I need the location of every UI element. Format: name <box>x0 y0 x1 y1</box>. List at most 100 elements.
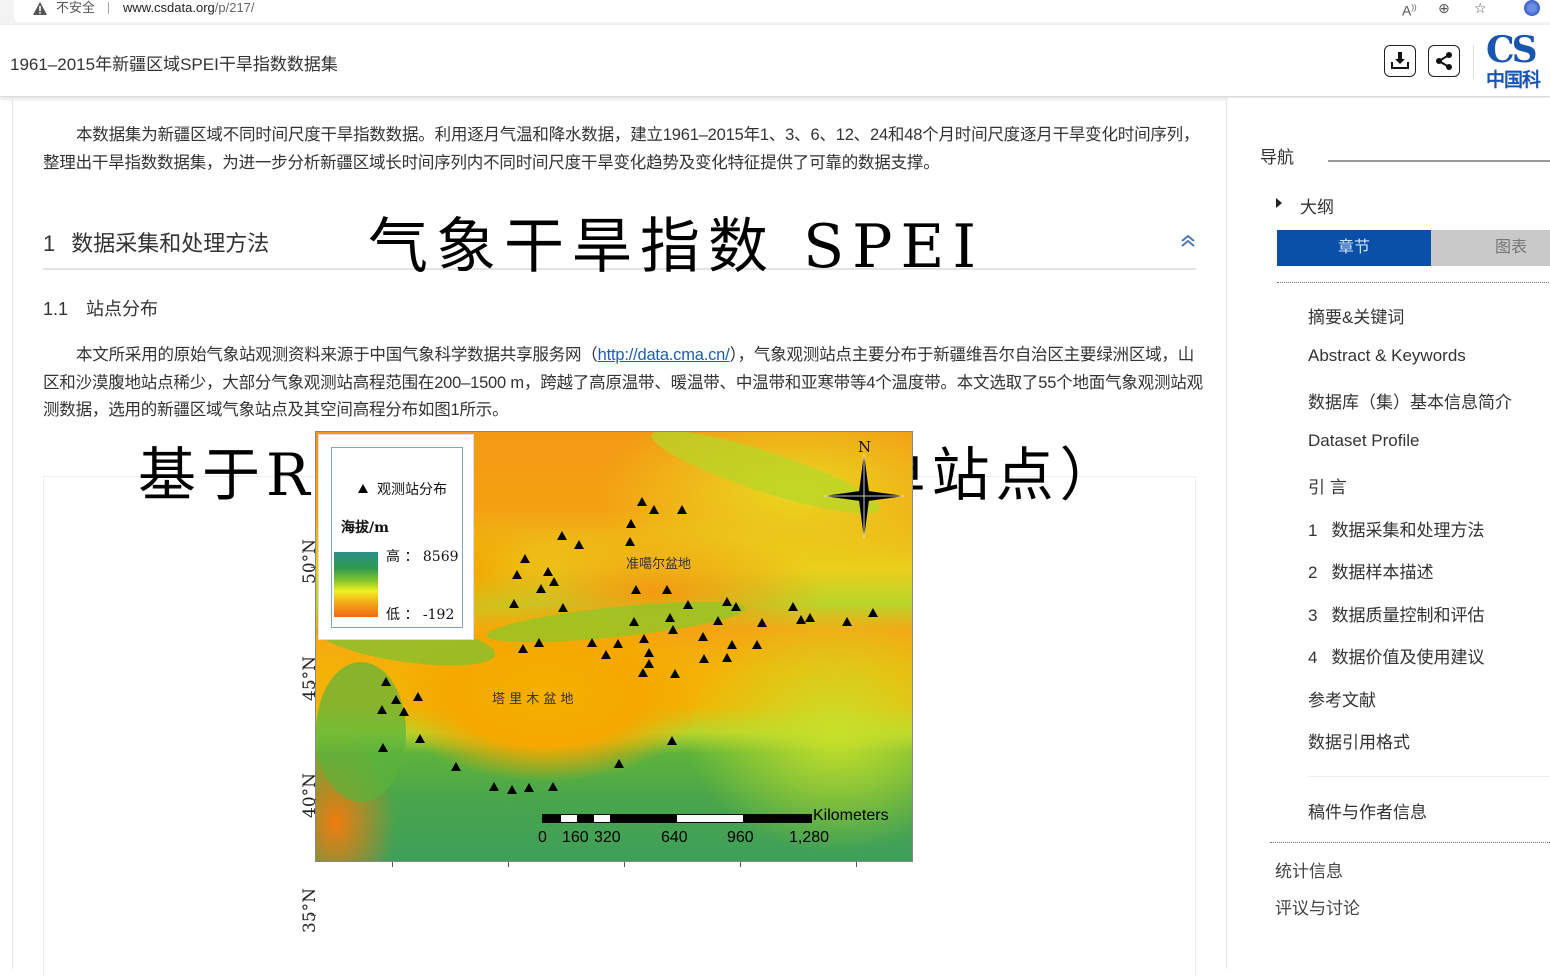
lon-tick <box>740 862 741 867</box>
toc-label: 数据样本描述 <box>1331 563 1434 582</box>
download-icon <box>1391 52 1409 69</box>
toc-item-section-2[interactable]: 2 数据样本描述 <box>1308 558 1433 583</box>
favorites-icon[interactable]: ☆ <box>1474 0 1487 16</box>
scale-tick-label: 160 <box>562 829 589 846</box>
station-marker <box>713 616 723 625</box>
toc-item-section-3[interactable]: 3 数据质量控制和评估 <box>1308 601 1484 626</box>
comments-link[interactable]: 评议与讨论 <box>1275 894 1360 919</box>
station-marker <box>644 659 654 668</box>
elevation-color-ramp <box>334 552 378 617</box>
scale-tick-label: 960 <box>727 829 754 846</box>
toc-item-section-1[interactable]: 1 数据采集和处理方法 <box>1308 516 1484 541</box>
cma-link[interactable]: http://data.cma.cn/ <box>598 346 730 364</box>
station-marker <box>549 577 559 586</box>
toc-item-dataset-info[interactable]: 数据库（集）基本信息简介 <box>1308 388 1512 413</box>
tarim-basin-label: 塔 里 木 盆 地 <box>492 692 574 707</box>
site-logo[interactable]: CS 中国科 <box>1486 31 1550 91</box>
toc-item-references[interactable]: 参考文献 <box>1308 686 1376 711</box>
toc-item-section-4[interactable]: 4 数据价值及使用建议 <box>1308 643 1484 668</box>
station-triangle-icon <box>358 484 368 493</box>
station-marker <box>625 537 635 546</box>
scale-tick-label: 320 <box>594 829 621 846</box>
station-marker <box>557 531 567 540</box>
zoom-icon[interactable]: ⊕ <box>1438 0 1450 16</box>
lat-label-50n: 50°N <box>300 538 320 584</box>
station-marker <box>722 653 732 662</box>
xinjiang-elevation-map: 观测站分布 海拔/m 高 ： 8569 低 ： -192 准噶尔盆地 塔 里 木… <box>315 431 913 862</box>
dotted-divider <box>1277 282 1550 283</box>
station-marker <box>558 603 568 612</box>
station-marker <box>727 640 737 649</box>
station-marker <box>518 644 528 653</box>
url-text[interactable]: www.csdata.org/p/217/ <box>123 0 255 16</box>
caret-right-icon[interactable] <box>1276 198 1282 208</box>
station-marker <box>670 669 680 678</box>
statistics-link[interactable]: 统计信息 <box>1275 857 1343 882</box>
station-marker <box>524 783 534 792</box>
station-marker <box>868 608 878 617</box>
toc-item-introduction[interactable]: 引 言 <box>1308 473 1347 498</box>
toc-divider <box>1308 776 1550 777</box>
warning-icon[interactable] <box>32 1 48 17</box>
nav-title: 导航 <box>1260 148 1294 167</box>
station-marker <box>667 736 677 745</box>
scale-tick-label: 0 <box>538 829 547 846</box>
subsection-number: 1.1 <box>43 299 69 319</box>
nav-title-underline <box>1328 160 1550 162</box>
toc-label: 数据质量控制和评估 <box>1331 606 1485 625</box>
station-marker <box>698 632 708 641</box>
outline-toggle[interactable]: 大纲 <box>1300 193 1334 218</box>
logo-text-bottom: 中国科 <box>1486 70 1541 91</box>
station-marker <box>722 597 732 606</box>
station-marker <box>662 585 672 594</box>
station-marker <box>520 554 530 563</box>
lat-tick <box>311 915 316 916</box>
station-marker <box>842 617 852 626</box>
security-label[interactable]: 不安全 <box>56 0 95 16</box>
para-text-before-link: 本文所采用的原始气象站观测资料来源于中国气象科学数据共享服务网（ <box>76 346 598 364</box>
station-marker <box>377 705 387 714</box>
station-marker <box>613 639 623 648</box>
north-arrow: N <box>824 438 904 538</box>
scale-segment <box>543 815 561 822</box>
toc-item-abstract-cn[interactable]: 摘要&关键词 <box>1308 303 1404 328</box>
legend-high-label: 高 ： 8569 <box>386 549 459 565</box>
collapse-icon[interactable] <box>1179 232 1197 250</box>
station-marker <box>638 668 648 677</box>
station-marker <box>731 602 741 611</box>
nav-tabs: 章节 图表 <box>1277 230 1550 266</box>
station-marker <box>805 613 815 622</box>
site-header: 1961–2015年新疆区域SPEI干旱指数数据集 CS 中国科 <box>0 25 1550 97</box>
url-path: /p/217/ <box>214 0 255 15</box>
abstract-paragraph: 本数据集为新疆区域不同时间尺度干旱指数数据。利用逐月气温和降水数据，建立1961… <box>43 126 1200 172</box>
section-heading: 1 数据采集和处理方法 <box>43 226 269 258</box>
section-title: 数据采集和处理方法 <box>71 231 270 256</box>
toc-item-abstract-en[interactable]: Abstract & Keywords <box>1308 346 1466 366</box>
station-marker <box>757 618 767 627</box>
lat-tick <box>311 799 316 800</box>
scale-tick-label: 640 <box>661 829 688 846</box>
station-marker <box>391 695 401 704</box>
profile-icon[interactable] <box>1524 0 1540 16</box>
station-marker <box>629 617 639 626</box>
station-marker <box>378 743 388 752</box>
station-marker <box>534 638 544 647</box>
toc-item-author-info[interactable]: 稿件与作者信息 <box>1308 798 1427 823</box>
page-title: 1961–2015年新疆区域SPEI干旱指数数据集 <box>10 55 338 74</box>
toc-item-dataset-profile[interactable]: Dataset Profile <box>1308 431 1420 451</box>
read-aloud-icon[interactable]: A)) <box>1402 0 1417 19</box>
toc-num: 1 <box>1308 521 1318 540</box>
download-button[interactable] <box>1384 45 1416 77</box>
legend-elevation-label: 海拔/m <box>341 520 389 536</box>
scale-bar <box>542 814 812 823</box>
toc-item-citation[interactable]: 数据引用格式 <box>1308 728 1410 753</box>
toc-label: 数据采集和处理方法 <box>1331 521 1485 540</box>
station-marker <box>587 638 597 647</box>
station-marker <box>699 654 709 663</box>
toc-label: 数据价值及使用建议 <box>1331 648 1485 667</box>
lat-tick <box>311 567 316 568</box>
tab-figures[interactable]: 图表 <box>1431 230 1550 266</box>
lon-tick <box>392 862 393 867</box>
share-button[interactable] <box>1428 45 1460 77</box>
tab-chapters[interactable]: 章节 <box>1277 230 1431 266</box>
